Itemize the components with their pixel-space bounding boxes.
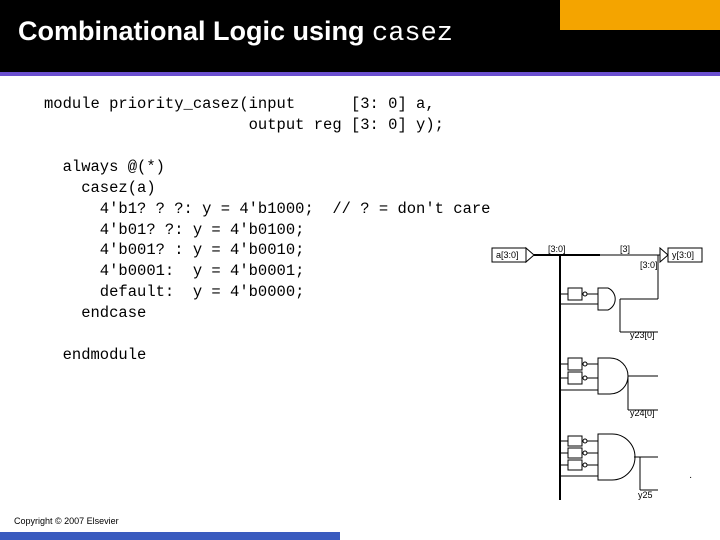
header-bar: Combinational Logic using casez	[0, 0, 720, 72]
footer-bar	[0, 532, 340, 540]
dot-mark: .	[689, 470, 692, 481]
verilog-code: module priority_casez(input [3: 0] a, ou…	[44, 94, 490, 366]
copyright-text: Copyright © 2007 Elsevier	[14, 516, 119, 526]
label-bus30: [3:0]	[548, 244, 566, 254]
label-bit3: [3]	[620, 244, 630, 254]
label-outbus: [3:0]	[640, 260, 658, 270]
label-output-y: y[3:0]	[672, 250, 694, 260]
circuit-diagram: a[3:0] [3:0] [3] y[3:0] [3:0] y23[0] y24…	[490, 240, 710, 520]
label-input-a: a[3:0]	[496, 250, 519, 260]
title-text: Combinational Logic using	[18, 16, 372, 46]
accent-box	[560, 0, 720, 30]
divider-strip	[0, 72, 720, 76]
label-y25: y25	[638, 490, 653, 500]
slide-title: Combinational Logic using casez	[18, 16, 453, 49]
title-code-word: casez	[372, 19, 453, 49]
